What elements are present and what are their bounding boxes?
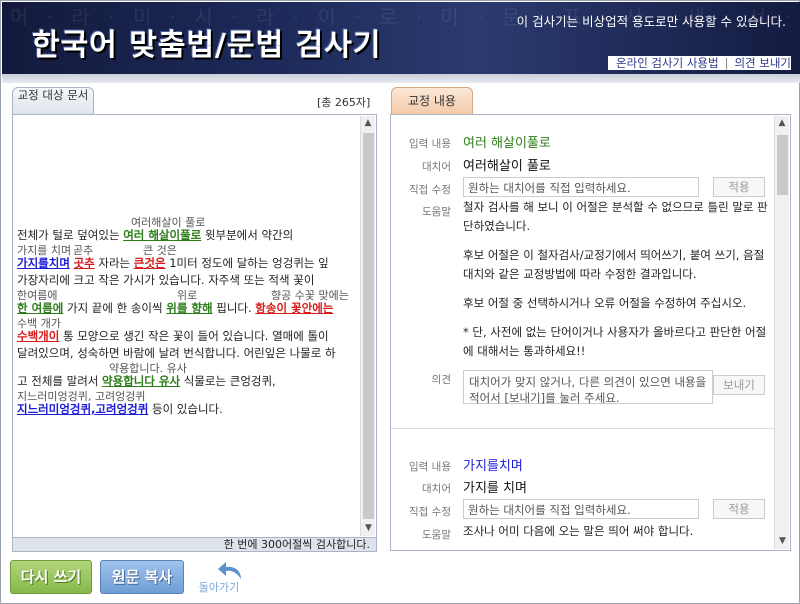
suggestion-line: 한여름에 위로 향공 수꽃 맞에는 (17, 288, 357, 302)
input-label: 입력 내용 (409, 461, 451, 473)
direct-edit-input[interactable]: 원하는 대치어를 직접 입력하세요. (463, 499, 699, 519)
document-text: 여러해살이 풀로 전체가 털로 덮여있는 여러 해살이풀로 윗부분에서 약간의 가지… (17, 215, 357, 417)
scroll-down-icon[interactable]: ▼ (775, 534, 790, 549)
copy-original-button[interactable]: 원문 복사 (100, 560, 184, 594)
help-paragraph: 조사나 어미 다음에 오는 말은 띄어 써야 합니다. (463, 524, 694, 538)
app-window: 어 · 라 · 미 · 시 · 라 · 이 · 로 · 미 · 문 · 표 · … (0, 0, 800, 604)
top-links: 온라인 검사기 사용법 | 의견 보내기 (608, 56, 791, 70)
tab-target-document[interactable]: 교정 대상 문서 (12, 87, 94, 115)
error-word[interactable]: 곳추 (74, 256, 95, 270)
plain-text: 전체가 털로 덮여있는 (17, 228, 124, 242)
suggestion-line: 지느러미엉겅퀴, 고려엉겅퀴 (17, 389, 357, 403)
suggestion-line: 약용합니다. 유사 (17, 361, 357, 375)
scroll-up-icon[interactable]: ▲ (361, 116, 375, 131)
opinion-textarea[interactable]: 대치어가 맞지 않거나, 다른 의견이 있으면 내용을 적어서 [보내기]를 눌… (463, 370, 713, 405)
usage-guide-link[interactable]: 온라인 검사기 사용법 (616, 56, 719, 70)
suggestion-line: 여러해살이 풀로 (17, 215, 357, 229)
document-line: 지느러미엉겅퀴,고려엉겅퀴 등이 있습니다. (17, 402, 357, 417)
replacement-value[interactable]: 가지를 치며 (463, 477, 527, 496)
plain-text: 통 모양으로 생긴 작은 꽃이 들어 있습니다. 열매에 톨이 (59, 329, 329, 343)
plain-text: 고 전체를 말려서 (17, 374, 103, 388)
back-button[interactable]: 돌아가기 (191, 561, 247, 595)
item-divider (391, 428, 775, 429)
check-limit-status: 한 번에 300어절씩 검사합니다. (12, 538, 377, 552)
send-button[interactable]: 보내기 (713, 375, 765, 395)
tab-correction-details[interactable]: 교정 내용 (391, 87, 473, 115)
direct-edit-input[interactable]: 원하는 대치어를 직접 입력하세요. (463, 177, 699, 197)
document-line: 고 전체를 말려서 약용합니다 유사 식물로는 큰엉겅퀴, (17, 374, 357, 389)
suggestion-line: 가지를 치며 곧추 큰 것은 (17, 243, 357, 257)
apply-button[interactable]: 적용 (713, 177, 765, 197)
back-arrow-icon (218, 562, 241, 579)
plain-text: 윗부분에서 약간의 (201, 228, 294, 242)
error-word[interactable]: 큰것은 (134, 256, 166, 270)
plain-text: 가지 끝에 한 송이씩 (63, 301, 167, 315)
help-paragraph: 후보 어절 중 선택하시거나 오류 어절을 수정하여 주십시오. (463, 296, 747, 310)
document-panel: 여러해살이 풀로 전체가 털로 덮여있는 여러 해살이풀로 윗부분에서 약간의 가지… (12, 114, 377, 538)
apply-button[interactable]: 적용 (713, 499, 765, 519)
direct-edit-label: 직접 수정 (409, 506, 451, 518)
correction-scrollbar[interactable]: ▲ ▼ (774, 116, 789, 549)
help-label: 도움말 (422, 529, 451, 541)
document-line: 달려있으며, 성숙하면 바람에 날려 번식합니다. 어린잎은 나물로 하 (17, 346, 357, 361)
help-text: 조사나 어미 다음에 오는 말은 띄어 써야 합니다. (463, 522, 769, 541)
help-label: 도움말 (422, 206, 451, 218)
scroll-thumb[interactable] (363, 133, 374, 519)
replacement-value[interactable]: 여러해살이 풀로 (463, 155, 551, 174)
char-count: [총 265자] (317, 96, 371, 109)
error-word[interactable]: 한 여름에 (17, 301, 63, 315)
send-feedback-link[interactable]: 의견 보내기 (734, 56, 791, 70)
scroll-up-icon[interactable]: ▲ (775, 116, 789, 131)
opinion-label: 의견 (431, 374, 451, 386)
replacement-label: 대치어 (422, 161, 451, 173)
direct-edit-label: 직접 수정 (409, 184, 451, 196)
error-word[interactable]: 항송이 꽃안에는 (255, 301, 333, 315)
app-title: 한국어 맞춤법/문법 검사기 (32, 28, 382, 63)
error-word[interactable]: 위를 향해 (166, 301, 212, 315)
input-value: 가지를치며 (463, 459, 523, 474)
document-scrollbar[interactable]: ▲ ▼ (360, 116, 375, 536)
error-word[interactable]: 여러 해살이풀로 (123, 228, 201, 242)
plain-text: 식물로는 큰엉겅퀴, (180, 374, 276, 388)
document-line: 가장자리에 크고 작은 가시가 있습니다. 자주색 또는 적색 꽃이 (17, 273, 357, 288)
help-text: 철자 검사를 해 보니 이 어절은 분석할 수 없으므로 틀린 말로 판단하였습… (463, 198, 769, 361)
help-paragraph: 철자 검사를 해 보니 이 어절은 분석할 수 없으므로 틀린 말로 판단하였습… (463, 200, 768, 233)
plain-text: 1미터 정도에 달하는 엉겅퀴는 잎 (165, 256, 329, 270)
header-subbar (2, 74, 800, 83)
plain-text: 가장자리에 크고 작은 가시가 있습니다. 자주색 또는 적색 꽃이 (17, 273, 315, 287)
scroll-down-icon[interactable]: ▼ (361, 521, 376, 536)
error-word[interactable]: 가지를치며 (17, 256, 70, 270)
plain-text: 핍니다. (212, 301, 256, 315)
rewrite-button[interactable]: 다시 쓰기 (10, 560, 92, 594)
plain-text: 등이 있습니다. (148, 402, 223, 416)
help-paragraph: * 단, 사전에 없는 단어이거나 사용자가 올바르다고 판단한 어절에 대해서… (463, 325, 767, 358)
back-label: 돌아가기 (198, 581, 240, 594)
plain-text: 자라는 (94, 256, 134, 270)
input-value: 여러 해살이풀로 (463, 136, 551, 151)
suggestion-line: 수백 개가 (17, 316, 357, 330)
usage-notice: 이 검사기는 비상업적 용도로만 사용할 수 있습니다. (516, 14, 786, 29)
replacement-label: 대치어 (422, 483, 451, 495)
document-line: 한 여름에 가지 끝에 한 송이씩 위를 향해 핍니다. 항송이 꽃안에는 (17, 301, 357, 316)
error-word[interactable]: 수백개이 (17, 329, 59, 343)
error-word[interactable]: 약용합니다 유사 (102, 374, 180, 388)
error-word[interactable]: 지느러미엉겅퀴,고려엉겅퀴 (17, 402, 148, 416)
help-paragraph: 후보 어절은 이 철자검사/교정기에서 띄어쓰기, 붙여 쓰기, 음절대치와 같… (463, 248, 765, 281)
correction-panel: 입력 내용 여러 해살이풀로 대치어 여러해살이 풀로 직접 수정 원하는 대치… (390, 114, 791, 551)
document-line: 수백개이 통 모양으로 생긴 작은 꽃이 들어 있습니다. 열매에 톨이 (17, 329, 357, 344)
plain-text: 달려있으며, 성숙하면 바람에 날려 번식합니다. 어린잎은 나물로 하 (17, 346, 336, 360)
input-label: 입력 내용 (409, 138, 451, 150)
document-line: 전체가 털로 덮여있는 여러 해살이풀로 윗부분에서 약간의 (17, 228, 357, 243)
scroll-thumb[interactable] (777, 135, 788, 195)
link-separator: | (724, 56, 729, 70)
document-line: 가지를치며 곳추 자라는 큰것은 1미터 정도에 달하는 엉겅퀴는 잎 (17, 256, 357, 271)
